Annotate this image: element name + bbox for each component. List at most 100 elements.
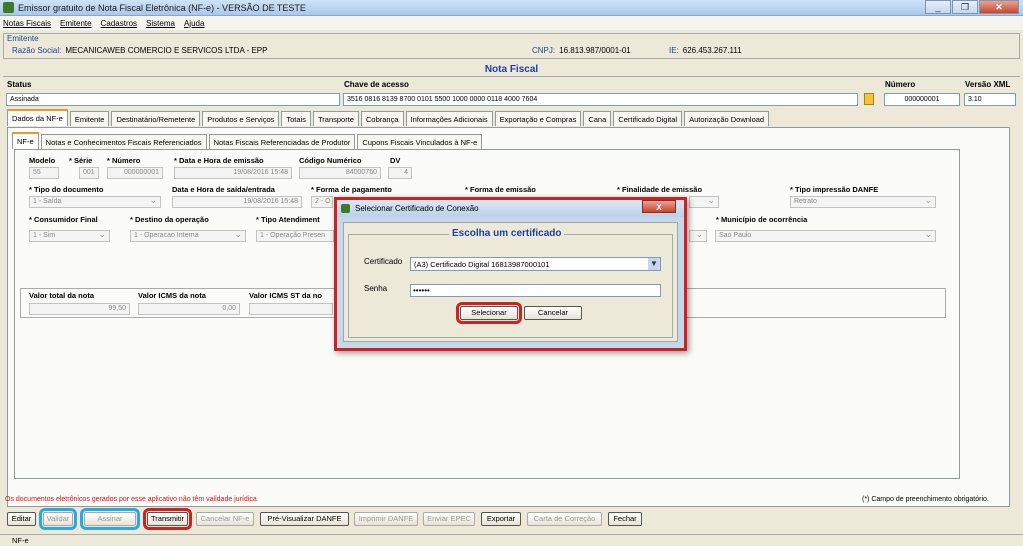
tab-dados-nfe[interactable]: Dados da NF-e [7, 109, 68, 126]
serie-field: 001 [79, 167, 99, 179]
tab-cobranca[interactable]: Cobrança [360, 111, 404, 126]
validity-warning: Os documentos eletrônicos gerados por es… [5, 496, 257, 503]
nota-fiscal-title: Nota Fiscal [484, 64, 539, 75]
consumidor-select[interactable]: 1 - Sim [29, 230, 110, 242]
finalidade-select[interactable] [689, 196, 719, 208]
subtab-notas-produtor[interactable]: Notas Fiscais Referenciadas de Produtor [208, 134, 356, 149]
certificado-value: (A3) Certificado Digital 16813987000101 [414, 260, 550, 269]
app-icon [3, 2, 14, 13]
serie-label: * Série [69, 156, 93, 165]
uf-select[interactable] [689, 230, 707, 242]
tab-totais[interactable]: Totais [281, 111, 311, 126]
tab-exportacao[interactable]: Exportação e Compras [494, 111, 582, 126]
dialog-body: Escolha um certificado Certificado (A3) … [343, 222, 678, 342]
restore-button[interactable]: ❐ [952, 0, 978, 14]
subtab-notas-conhecimentos[interactable]: Notas e Conhecimentos Fiscais Referencia… [40, 134, 207, 149]
versao-label: Versão XML [965, 80, 1011, 89]
tab-produtos[interactable]: Produtos e Serviços [202, 111, 280, 126]
carta-correcao-button[interactable]: Carta de Correção [527, 512, 602, 526]
numero-field-label: * Número [107, 156, 141, 165]
chave-field: 3516 0816 8139 8700 0101 5500 1000 0000 … [343, 93, 858, 106]
editar-button[interactable]: Editar [7, 512, 36, 526]
fechar-button[interactable]: Fechar [608, 512, 642, 526]
cancelar-nfe-button[interactable]: Cancelar NF-e [196, 512, 254, 526]
data-saida-field[interactable]: 19/08/2016 15:48 [172, 196, 302, 208]
validar-button[interactable]: Validar [39, 508, 77, 530]
menu-sistema[interactable]: Sistema [146, 19, 175, 28]
imprimir-danfe-button[interactable]: Imprimir DANFE [354, 512, 418, 526]
tab-transporte[interactable]: Transporte [312, 111, 359, 126]
consumidor-label: * Consumidor Final [29, 215, 98, 224]
selecionar-button[interactable]: Selecionar [456, 302, 522, 324]
required-note: (*) Campo de preenchimento obrigatório. [862, 496, 989, 503]
tab-certificado[interactable]: Certificado Digital [613, 111, 683, 126]
data-saida-label: Data e Hora de saída/entrada [172, 185, 275, 194]
certificate-group-legend: Escolha um certificado [449, 228, 565, 239]
codigo-field: 84000760 [299, 167, 381, 179]
pre-visualizar-danfe-button[interactable]: Pré-Visualizar DANFE [260, 512, 349, 526]
certificate-dialog: Selecionar Certificado de Conexão X Esco… [334, 197, 687, 351]
key-icon[interactable] [864, 93, 874, 105]
cancelar-button[interactable]: Cancelar [524, 306, 582, 320]
numero-nf-field: 000000001 [107, 167, 163, 179]
destino-label: * Destino da operação [130, 215, 209, 224]
valor-total-field: 99,50 [29, 303, 130, 315]
emitente-panel: Emitente Razão Social: MECANICAWEB COMERC… [3, 33, 1020, 59]
status-bar: NF-e [0, 534, 1023, 546]
senha-label: Senha [364, 284, 388, 293]
chave-label: Chave de acesso [344, 80, 409, 89]
forma-pag-select[interactable]: 2 - O [311, 196, 333, 208]
enviar-epec-button[interactable]: Enviar EPEC [423, 512, 475, 526]
numero-label: Número [885, 80, 916, 89]
tab-informacoes[interactable]: Informações Adicionais [405, 111, 493, 126]
menu-cadastros[interactable]: Cadastros [101, 19, 137, 28]
destino-select[interactable]: 1 - Operacao Interna [130, 230, 246, 242]
versao-field: 3.10 [964, 93, 1016, 106]
dv-label: DV [390, 156, 401, 165]
sub-tabs: NF-e Notas e Conhecimentos Fiscais Refer… [12, 132, 484, 149]
menu-notas-fiscais[interactable]: Notas Fiscais [3, 19, 51, 28]
tab-autorizacao[interactable]: Autorização Download [684, 111, 770, 126]
valor-total-label: Valor total da nota [29, 291, 95, 300]
tipo-doc-select[interactable]: 1 - Saída [29, 196, 161, 208]
tipo-danfe-label: * Tipo impressão DANFE [790, 185, 879, 194]
subtab-cupons[interactable]: Cupons Fiscais Vinculados à NF-e [357, 134, 483, 149]
subtab-nfe[interactable]: NF-e [12, 132, 39, 149]
ie-value: 626.453.267.111 [682, 46, 742, 55]
menu-bar: Notas Fiscais Emitente Cadastros Sistema… [0, 16, 1023, 30]
tipo-doc-label: * Tipo do documento [29, 185, 104, 194]
modelo-label: Modelo [29, 156, 56, 165]
dialog-close-button[interactable]: X [642, 200, 676, 213]
razao-value: MECANICAWEB COMERCIO E SERVICOS LTDA - E… [65, 46, 268, 55]
chevron-down-icon[interactable]: ▼ [648, 258, 660, 270]
dialog-title-bar: Selecionar Certificado de Conexão [337, 200, 684, 217]
municipio-select[interactable]: Sao Paulo [715, 230, 936, 242]
window-title: Emissor gratuito de Nota Fiscal Eletrôni… [18, 2, 306, 13]
modelo-field: 55 [29, 167, 59, 179]
codigo-label: Código Numérico [299, 156, 362, 165]
certificado-select[interactable]: (A3) Certificado Digital 16813987000101 … [410, 257, 661, 271]
assinar-button[interactable]: Assinar [80, 508, 140, 530]
close-button[interactable]: ✕ [979, 0, 1019, 14]
tipo-atend-label: * Tipo Atendiment [256, 215, 320, 224]
cnpj-value: 16.813.987/0001-01 [559, 46, 631, 55]
menu-ajuda[interactable]: Ajuda [184, 19, 204, 28]
menu-emitente[interactable]: Emitente [60, 19, 92, 28]
valor-icms-label: Valor ICMS da nota [138, 291, 206, 300]
valor-icms-st-field [249, 303, 333, 315]
dialog-title: Selecionar Certificado de Conexão [355, 204, 479, 213]
emitente-legend: Emitente [7, 34, 39, 43]
exportar-button[interactable]: Exportar [481, 512, 521, 526]
municipio-label: * Município de ocorrência [716, 215, 808, 224]
main-tabs: Dados da NF-e Emitente Destinatário/Reme… [7, 109, 771, 126]
minimize-button[interactable]: _ [925, 0, 951, 14]
tipo-atend-select[interactable]: 1 - Operação Presen [256, 230, 334, 242]
certificado-label: Certificado [364, 257, 403, 266]
tab-emitente[interactable]: Emitente [69, 111, 110, 126]
tab-destinatario[interactable]: Destinatário/Remetente [111, 111, 201, 126]
transmitir-button[interactable]: Transmitir [143, 508, 192, 530]
tab-cana[interactable]: Cana [583, 111, 612, 126]
senha-input[interactable]: •••••• [410, 284, 661, 297]
tipo-danfe-select[interactable]: Retrato [790, 196, 936, 208]
forma-emissao-label: * Forma de emissão [465, 185, 536, 194]
